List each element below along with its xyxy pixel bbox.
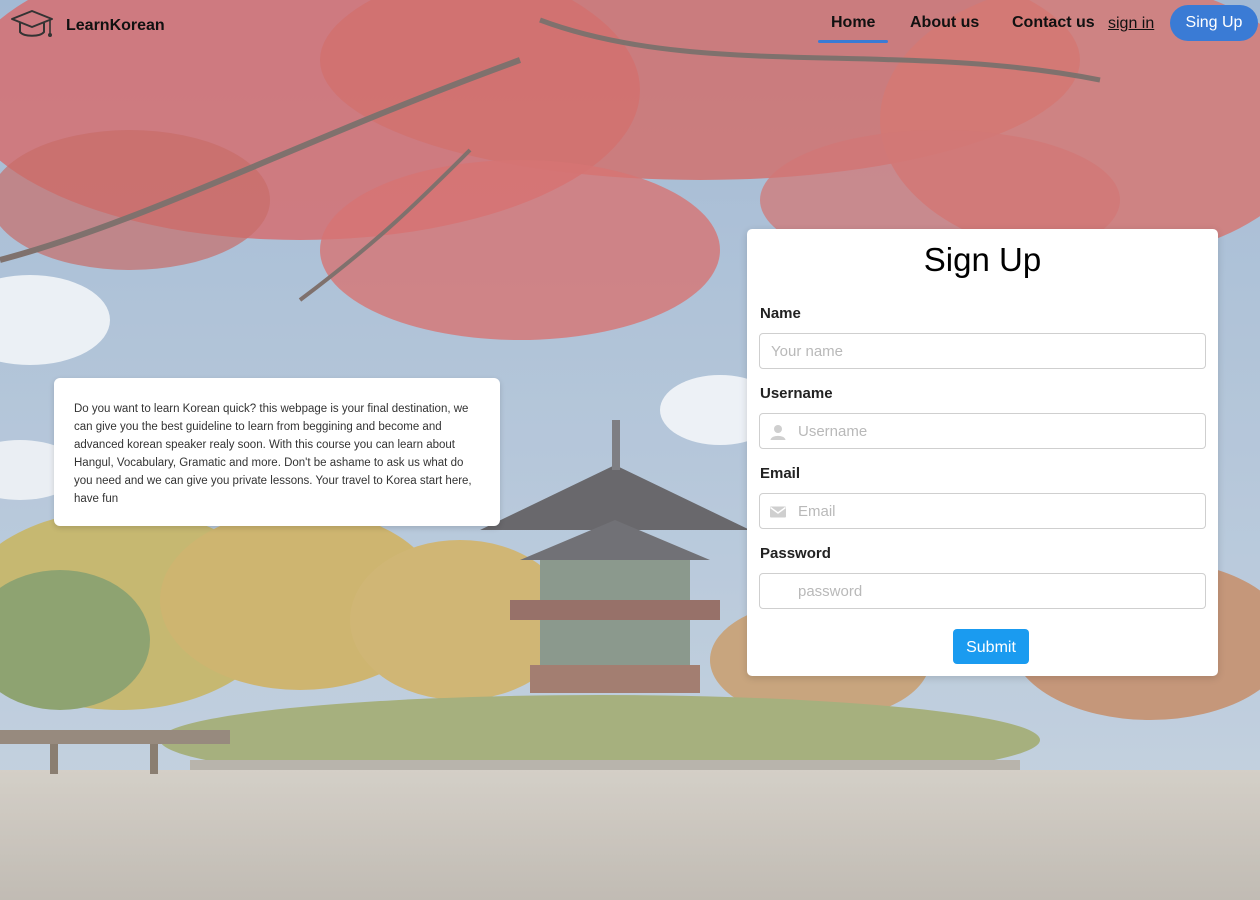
username-field xyxy=(759,413,1206,449)
envelope-icon xyxy=(770,506,786,518)
password-field xyxy=(759,573,1206,609)
nav-signin-link[interactable]: sign in xyxy=(1108,15,1154,33)
nav-home-active-indicator xyxy=(818,40,888,43)
name-label: Name xyxy=(760,305,801,322)
nav-home-link[interactable]: Home xyxy=(831,14,875,32)
nav-contact-link[interactable]: Contact us xyxy=(1012,14,1095,32)
submit-button[interactable]: Submit xyxy=(953,629,1029,664)
username-label: Username xyxy=(760,385,833,402)
email-field xyxy=(759,493,1206,529)
username-input[interactable] xyxy=(796,414,1197,448)
intro-text: Do you want to learn Korean quick? this … xyxy=(74,403,472,505)
email-label: Email xyxy=(760,465,801,482)
email-input[interactable] xyxy=(796,494,1197,528)
password-label: Password xyxy=(760,545,831,562)
graduation-cap-icon xyxy=(11,10,53,37)
name-input[interactable] xyxy=(769,334,1197,368)
form-title: Sign Up xyxy=(923,241,1042,278)
signup-form: Sign Up Name Username Email Password xyxy=(747,229,1218,676)
brand-name[interactable]: LearnKorean xyxy=(66,17,165,35)
name-field xyxy=(759,333,1206,369)
top-navbar: LearnKorean Home About us Contact us sig… xyxy=(0,0,1260,50)
nav-signup-button[interactable]: Sing Up xyxy=(1170,5,1258,41)
nav-about-link[interactable]: About us xyxy=(910,14,979,32)
page: LearnKorean Home About us Contact us sig… xyxy=(0,0,1260,900)
user-icon xyxy=(770,425,786,440)
password-input[interactable] xyxy=(796,574,1197,608)
intro-card: Do you want to learn Korean quick? this … xyxy=(54,378,500,526)
